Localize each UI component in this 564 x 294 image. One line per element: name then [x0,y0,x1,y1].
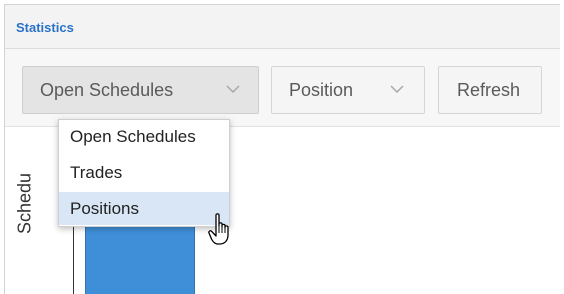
chart-y-axis-title: Schedu [14,172,35,234]
statistics-panel: Statistics Open Schedules Position Refre… [4,4,560,294]
view-select[interactable]: Open Schedules [22,66,259,114]
view-dropdown-menu: Open Schedules Trades Positions [58,119,230,227]
menu-item-positions[interactable]: Positions [59,192,229,225]
hand-pointer-icon [208,213,229,245]
refresh-label: Refresh [457,79,521,100]
group-select-value: Position [289,79,354,100]
chart-y-axis-line [73,223,74,294]
refresh-button[interactable]: Refresh [438,66,542,114]
chevron-down-icon [226,85,240,93]
group-select[interactable]: Position [271,66,425,114]
chart-bar [85,223,195,294]
panel-title: Statistics [16,20,74,35]
chevron-down-icon [390,85,404,93]
menu-item-open-schedules[interactable]: Open Schedules [59,120,229,153]
view-select-value: Open Schedules [40,79,174,100]
toolbar: Open Schedules Position Refresh [5,49,560,127]
menu-item-trades[interactable]: Trades [59,156,229,189]
panel-header: Statistics [5,5,560,49]
